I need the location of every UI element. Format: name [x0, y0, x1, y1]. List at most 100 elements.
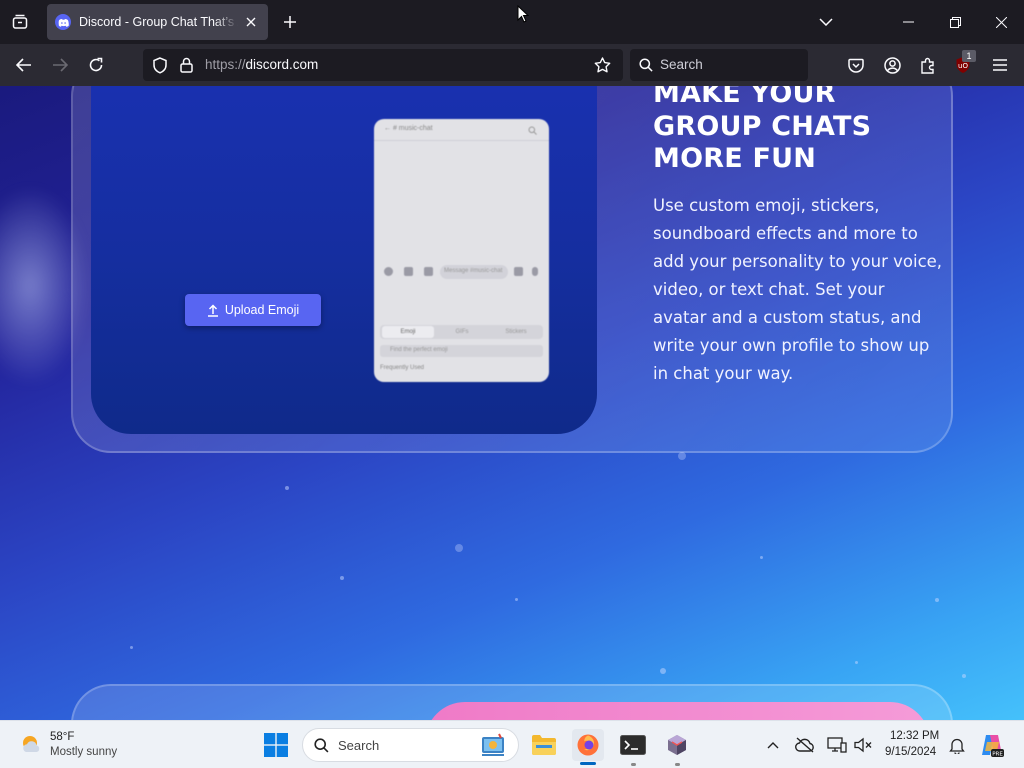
mouse-cursor-icon: [517, 5, 529, 23]
pocket-icon: [848, 58, 864, 73]
pocket-button[interactable]: [843, 52, 869, 78]
minimize-icon: [902, 21, 914, 23]
upload-icon: [207, 303, 218, 317]
bookmark-star-icon[interactable]: [594, 57, 611, 73]
onedrive-button[interactable]: [789, 729, 821, 761]
search-highlight-icon: [482, 733, 504, 756]
next-feature-media: [425, 702, 930, 720]
address-bar[interactable]: https://discord.com: [143, 49, 623, 81]
app-taskbar-button[interactable]: [661, 729, 693, 761]
close-icon: [995, 16, 1007, 28]
url-scheme: https://: [205, 57, 246, 72]
account-button[interactable]: [879, 52, 905, 78]
extensions-button[interactable]: [915, 52, 941, 78]
plus-icon: [284, 16, 296, 28]
notifications-button[interactable]: [941, 729, 973, 761]
phone-tab-emoji: Emoji: [382, 326, 434, 338]
phone-tab-stickers: Stickers: [505, 329, 527, 335]
arrow-left-icon: [16, 58, 31, 72]
volume-button[interactable]: [847, 729, 879, 761]
terminal-button[interactable]: [617, 729, 649, 761]
svg-text:uO: uO: [958, 62, 968, 70]
account-icon: [883, 56, 901, 74]
web-page: Upload Emoji ← # music-chat Message #mus…: [0, 86, 1024, 720]
minimize-button[interactable]: [885, 6, 931, 38]
back-button[interactable]: [11, 52, 37, 78]
lock-icon: [180, 57, 193, 73]
phone-emoji-search: Find the perfect emoji: [380, 345, 543, 357]
browser-tab-discord[interactable]: Discord - Group Chat That’s All Fun & Ga…: [47, 4, 268, 40]
taskbar: 58°F Mostly sunny Search 12:32 PM 9/15/2…: [0, 720, 1024, 768]
copilot-button[interactable]: PRE: [976, 729, 1008, 761]
feature-heading: MAKE YOUR GROUP CHATS MORE FUN: [653, 86, 953, 176]
clock-date[interactable]: 9/15/2024: [885, 746, 936, 758]
browser-titlebar: Discord - Group Chat That’s All Fun & Ga…: [0, 0, 1024, 44]
show-hidden-icons-button[interactable]: [757, 729, 789, 761]
speaker-muted-icon: [854, 737, 872, 753]
restore-icon: [949, 16, 961, 28]
tab-list-button[interactable]: [8, 10, 32, 34]
window-close-button[interactable]: [978, 6, 1024, 38]
windows-logo-icon: [264, 733, 288, 757]
search-icon: [528, 126, 537, 135]
cloud-offline-icon: [795, 737, 814, 753]
phone-header: ← # music-chat: [374, 119, 549, 141]
screen: Discord - Group Chat That’s All Fun & Ga…: [0, 0, 1024, 768]
forward-button[interactable]: [47, 52, 73, 78]
arrow-right-icon: [53, 58, 68, 72]
phone-message-input: Message #music-chat: [440, 265, 508, 279]
tab-close-button[interactable]: [242, 13, 260, 31]
firefox-active-indicator: [580, 762, 596, 765]
phone-tab-gifs: GIFs: [455, 329, 469, 335]
puzzle-icon: [920, 57, 934, 74]
search-placeholder: Search: [660, 57, 703, 72]
clock-time[interactable]: 12:32 PM: [890, 730, 939, 742]
browser-toolbar: https://discord.com Search uO 1: [0, 44, 1024, 86]
taskbar-search-label: Search: [338, 738, 380, 753]
copilot-icon: PRE: [982, 735, 1004, 757]
upload-emoji-button[interactable]: Upload Emoji: [185, 294, 321, 326]
search-icon: [639, 58, 653, 72]
discord-icon: [55, 14, 71, 30]
hamburger-menu-icon: [993, 59, 1007, 71]
file-explorer-button[interactable]: [528, 729, 560, 761]
feature-description: Use custom emoji, stickers, soundboard e…: [653, 196, 943, 383]
folder-icon: [532, 735, 556, 755]
shield-icon: [153, 57, 167, 74]
phone-picker-tabs: Emoji GIFs Stickers: [380, 325, 543, 339]
tab-title: Discord - Group Chat That’s All Fun & Ga…: [79, 15, 238, 29]
firefox-taskbar-button[interactable]: [572, 729, 604, 761]
phone-mockup: ← # music-chat Message #music-chat Emoji…: [374, 119, 549, 382]
chevron-up-icon: [767, 742, 779, 749]
close-icon: [246, 17, 256, 27]
upload-emoji-label: Upload Emoji: [224, 303, 300, 317]
tab-list-icon: [12, 14, 28, 29]
terminal-running-indicator: [631, 763, 636, 766]
weather-description: Mostly sunny: [50, 746, 118, 758]
reload-icon: [89, 57, 103, 72]
reload-button[interactable]: [83, 52, 109, 78]
search-bar[interactable]: Search: [630, 49, 808, 81]
extension-badge: 1: [962, 50, 976, 62]
menu-button[interactable]: [987, 52, 1013, 78]
restore-button[interactable]: [932, 6, 978, 38]
app-cube-icon: [668, 735, 686, 755]
app-running-indicator: [675, 763, 680, 766]
terminal-icon: [620, 735, 646, 755]
heading-line: MORE FUN: [653, 143, 817, 174]
list-all-tabs-button[interactable]: [803, 6, 849, 38]
heading-line: GROUP CHATS: [653, 110, 872, 142]
sun-cloud-icon: [23, 736, 40, 752]
firefox-icon: [577, 734, 599, 756]
url-text: https://discord.com: [205, 57, 318, 72]
bell-icon: [949, 738, 965, 754]
network-display-icon: [827, 737, 847, 753]
svg-text:PRE: PRE: [992, 751, 1003, 757]
weather-temperature: 58°F: [50, 731, 75, 743]
start-button[interactable]: [260, 729, 292, 761]
new-tab-button[interactable]: [278, 10, 302, 34]
url-host: discord.com: [245, 57, 319, 72]
phone-frequently-used: Frequently Used: [380, 365, 425, 371]
heading-line: MAKE YOUR: [653, 86, 836, 109]
taskbar-search[interactable]: Search: [302, 728, 519, 762]
